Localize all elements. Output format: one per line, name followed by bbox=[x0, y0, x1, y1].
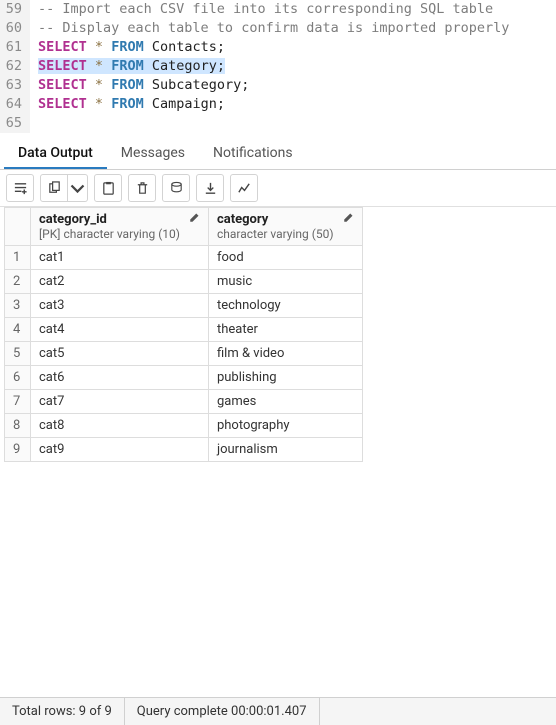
cell-category[interactable]: technology bbox=[208, 294, 362, 318]
trash-icon bbox=[135, 181, 150, 196]
table-row[interactable]: 1cat1food bbox=[5, 246, 363, 270]
cell-category_id[interactable]: cat1 bbox=[31, 246, 209, 270]
add-row-icon bbox=[13, 181, 28, 196]
download-button[interactable] bbox=[196, 174, 224, 202]
pencil-icon[interactable] bbox=[342, 212, 354, 228]
table-row[interactable]: 3cat3technology bbox=[5, 294, 363, 318]
row-number-cell[interactable]: 3 bbox=[5, 294, 31, 318]
cell-category_id[interactable]: cat8 bbox=[31, 414, 209, 438]
line-number: 63 bbox=[4, 76, 22, 95]
row-number-cell[interactable]: 9 bbox=[5, 438, 31, 462]
cell-category[interactable]: journalism bbox=[208, 438, 362, 462]
code-line[interactable] bbox=[38, 114, 509, 133]
cell-category_id[interactable]: cat7 bbox=[31, 390, 209, 414]
copy-icon bbox=[47, 181, 62, 196]
cell-category_id[interactable]: cat2 bbox=[31, 270, 209, 294]
line-number: 59 bbox=[4, 0, 22, 19]
cell-category[interactable]: film & video bbox=[208, 342, 362, 366]
line-number: 62 bbox=[4, 57, 22, 76]
line-number: 61 bbox=[4, 38, 22, 57]
row-number-cell[interactable]: 2 bbox=[5, 270, 31, 294]
table-row[interactable]: 5cat5film & video bbox=[5, 342, 363, 366]
paste-button[interactable] bbox=[94, 174, 122, 202]
results-grid-wrap[interactable]: category_id [PK] character varying (10) … bbox=[0, 207, 556, 697]
column-name: category bbox=[217, 212, 334, 227]
code-line[interactable]: SELECT * FROM Category; bbox=[38, 57, 509, 76]
row-number-cell[interactable]: 4 bbox=[5, 318, 31, 342]
row-number-cell[interactable]: 7 bbox=[5, 390, 31, 414]
row-number-cell[interactable]: 6 bbox=[5, 366, 31, 390]
row-number-cell[interactable]: 5 bbox=[5, 342, 31, 366]
code-line[interactable]: -- Import each CSV file into its corresp… bbox=[38, 0, 509, 19]
column-type: [PK] character varying (10) bbox=[39, 227, 180, 241]
cell-category_id[interactable]: cat3 bbox=[31, 294, 209, 318]
database-save-icon bbox=[169, 181, 184, 196]
line-number: 65 bbox=[4, 114, 22, 133]
line-number: 64 bbox=[4, 95, 22, 114]
save-data-button[interactable] bbox=[162, 174, 190, 202]
chevron-down-icon bbox=[70, 181, 85, 196]
copy-dropdown-button[interactable] bbox=[68, 174, 88, 202]
table-row[interactable]: 9cat9journalism bbox=[5, 438, 363, 462]
output-tabs: Data Output Messages Notifications bbox=[0, 137, 556, 170]
code-line[interactable]: SELECT * FROM Contacts; bbox=[38, 38, 509, 57]
clipboard-icon bbox=[101, 181, 116, 196]
pencil-icon[interactable] bbox=[188, 212, 200, 228]
cell-category[interactable]: publishing bbox=[208, 366, 362, 390]
chart-button[interactable] bbox=[230, 174, 258, 202]
results-toolbar bbox=[0, 170, 556, 207]
status-bar: Total rows: 9 of 9 Query complete 00:00:… bbox=[0, 697, 556, 725]
status-query-time: Query complete 00:00:01.407 bbox=[125, 698, 320, 725]
code-line[interactable]: SELECT * FROM Subcategory; bbox=[38, 76, 509, 95]
table-row[interactable]: 8cat8photography bbox=[5, 414, 363, 438]
cell-category_id[interactable]: cat6 bbox=[31, 366, 209, 390]
delete-button[interactable] bbox=[128, 174, 156, 202]
cell-category_id[interactable]: cat9 bbox=[31, 438, 209, 462]
cell-category_id[interactable]: cat5 bbox=[31, 342, 209, 366]
cell-category[interactable]: music bbox=[208, 270, 362, 294]
code-line[interactable]: -- Display each table to confirm data is… bbox=[38, 19, 509, 38]
tab-messages[interactable]: Messages bbox=[107, 137, 199, 169]
column-type: character varying (50) bbox=[217, 227, 334, 241]
add-row-button[interactable] bbox=[6, 174, 34, 202]
table-row[interactable]: 6cat6publishing bbox=[5, 366, 363, 390]
tab-data-output[interactable]: Data Output bbox=[4, 137, 107, 169]
cell-category[interactable]: photography bbox=[208, 414, 362, 438]
download-icon bbox=[203, 181, 218, 196]
column-name: category_id bbox=[39, 212, 180, 227]
cell-category[interactable]: food bbox=[208, 246, 362, 270]
column-header-category[interactable]: category character varying (50) bbox=[208, 208, 362, 246]
table-row[interactable]: 2cat2music bbox=[5, 270, 363, 294]
sql-editor[interactable]: 59606162636465 -- Import each CSV file i… bbox=[0, 0, 556, 133]
code-line[interactable]: SELECT * FROM Campaign; bbox=[38, 95, 509, 114]
column-header-category_id[interactable]: category_id [PK] character varying (10) bbox=[31, 208, 209, 246]
chart-line-icon bbox=[237, 181, 252, 196]
table-row[interactable]: 7cat7games bbox=[5, 390, 363, 414]
row-number-cell[interactable]: 1 bbox=[5, 246, 31, 270]
status-row-count: Total rows: 9 of 9 bbox=[0, 698, 125, 725]
table-row[interactable]: 4cat4theater bbox=[5, 318, 363, 342]
cell-category[interactable]: theater bbox=[208, 318, 362, 342]
row-number-header bbox=[5, 208, 31, 246]
line-number-gutter: 59606162636465 bbox=[0, 0, 30, 133]
code-area[interactable]: -- Import each CSV file into its corresp… bbox=[30, 0, 509, 133]
line-number: 60 bbox=[4, 19, 22, 38]
cell-category[interactable]: games bbox=[208, 390, 362, 414]
results-grid[interactable]: category_id [PK] character varying (10) … bbox=[4, 207, 363, 462]
tab-notifications[interactable]: Notifications bbox=[199, 137, 307, 169]
copy-button[interactable] bbox=[40, 174, 68, 202]
cell-category_id[interactable]: cat4 bbox=[31, 318, 209, 342]
row-number-cell[interactable]: 8 bbox=[5, 414, 31, 438]
